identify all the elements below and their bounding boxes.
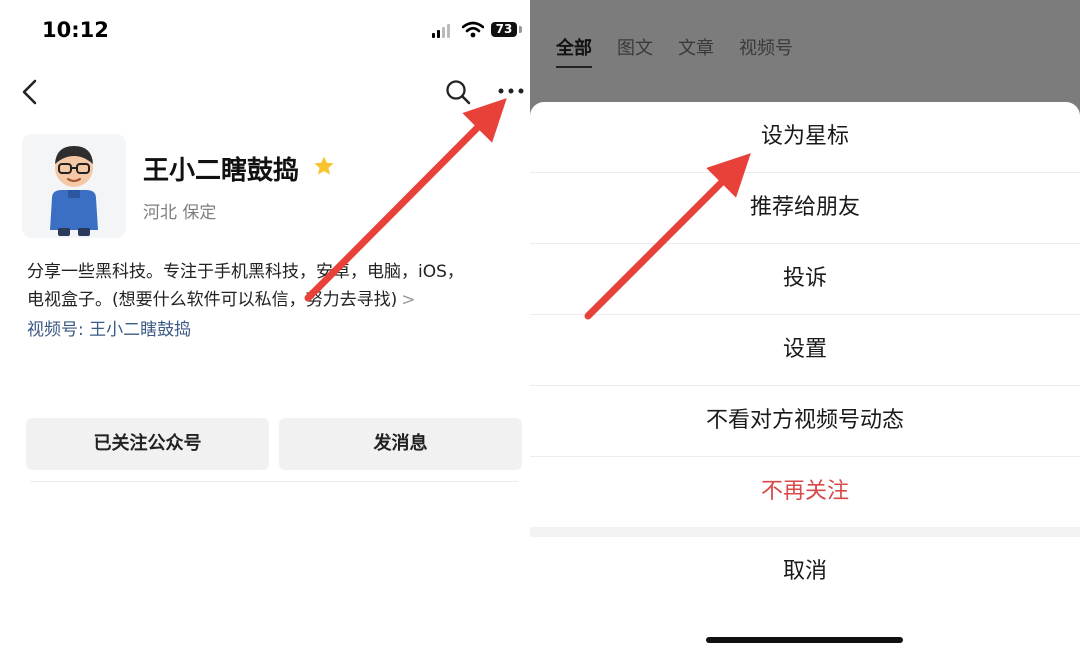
tab-articles[interactable]: 文章 xyxy=(678,34,714,68)
battery-tip xyxy=(519,26,522,33)
menu-hide-channel[interactable]: 不看对方视频号动态 xyxy=(530,386,1080,456)
star-icon xyxy=(314,156,334,175)
menu-set-star[interactable]: 设为星标 xyxy=(530,102,1080,172)
menu-complain[interactable]: 投诉 xyxy=(530,244,1080,314)
battery-icon: 73 xyxy=(491,22,517,37)
profile-location: 河北 保定 xyxy=(143,203,217,223)
wifi-icon xyxy=(462,21,484,38)
search-icon[interactable] xyxy=(444,78,472,106)
back-chevron-icon[interactable] xyxy=(18,77,42,107)
home-indicator[interactable] xyxy=(706,637,903,643)
send-message-button[interactable]: 发消息 xyxy=(279,418,522,470)
profile-bio[interactable]: 分享一些黑科技。专注于手机黑科技，安卓，电脑，iOS， 电视盒子。(想要什么软件… xyxy=(27,258,517,314)
signal-icon xyxy=(432,24,454,38)
status-time: 10:12 xyxy=(42,18,109,42)
avatar-illustration xyxy=(22,134,126,238)
followed-button[interactable]: 已关注公众号 xyxy=(26,418,269,470)
tab-all[interactable]: 全部 xyxy=(556,34,592,68)
menu-unfollow[interactable]: 不再关注 xyxy=(530,457,1080,527)
content-tabs: 全部 图文 文章 视频号 xyxy=(556,34,793,68)
menu-cancel[interactable]: 取消 xyxy=(530,537,1080,607)
menu-settings[interactable]: 设置 xyxy=(530,315,1080,385)
tab-posts[interactable]: 图文 xyxy=(617,34,653,68)
more-dots-icon[interactable] xyxy=(496,84,526,98)
bio-line-1: 分享一些黑科技。专注于手机黑科技，安卓，电脑，iOS， xyxy=(27,262,464,282)
action-sheet: 设为星标 推荐给朋友 投诉 设置 不看对方视频号动态 不再关注 取消 xyxy=(530,102,1080,671)
tab-channels[interactable]: 视频号 xyxy=(739,34,793,68)
bio-line-2-text: 电视盒子。(想要什么软件可以私信，努力去寻找) xyxy=(27,290,398,310)
chevron-right-icon: > xyxy=(401,290,416,310)
profile-name: 王小二瞎鼓捣 xyxy=(143,156,300,186)
action-sheet-screen: 全部 图文 文章 视频号 设为星标 推荐给朋友 投诉 设置 不看对方视频号动态 … xyxy=(530,0,1080,671)
profile-screen: 10:12 73 王小二瞎鼓捣 河北 保定 分享一些黑科技。专注于手机黑科技，安… xyxy=(0,0,528,671)
bio-line-2: 电视盒子。(想要什么软件可以私信，努力去寻找) > xyxy=(27,286,517,314)
divider xyxy=(30,481,518,482)
sheet-gap xyxy=(530,527,1080,537)
avatar[interactable] xyxy=(22,134,126,238)
menu-recommend[interactable]: 推荐给朋友 xyxy=(530,173,1080,243)
channel-link[interactable]: 视频号: 王小二瞎鼓捣 xyxy=(27,315,191,340)
